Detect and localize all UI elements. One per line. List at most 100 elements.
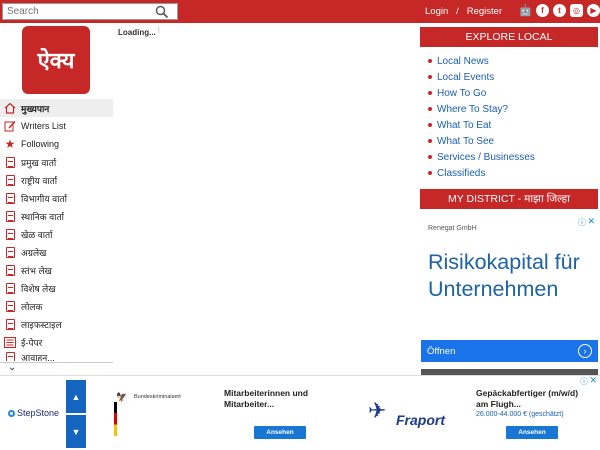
sidebar-item-label: राष्ट्रीय वार्ता — [21, 175, 58, 186]
register-link[interactable]: Register — [467, 6, 502, 17]
document-icon — [4, 300, 16, 312]
edit-icon — [4, 120, 16, 132]
sidebar-item-pramukh-varta[interactable]: प्रमुख वार्ता — [0, 153, 113, 171]
home-icon — [4, 102, 16, 114]
link-classifieds[interactable]: Classifieds — [428, 165, 535, 181]
chevron-right-icon: › — [578, 344, 592, 358]
german-flag-icon — [114, 402, 117, 436]
ad-renegat[interactable]: ⓘ ✕ Renegat GmbH Risikokapital für Unter… — [421, 216, 598, 362]
bka-name: Bundeskriminalamt — [134, 394, 181, 400]
carousel-arrows: ▲ ▼ — [66, 380, 86, 450]
link-where-to-stay[interactable]: Where To Stay? — [428, 101, 535, 117]
explore-local-heading: EXPLORE LOCAL — [420, 27, 598, 47]
arrow-down-button[interactable]: ▼ — [66, 415, 86, 448]
sidebar-item-lifestyle[interactable]: लाइफस्टाइल — [0, 315, 113, 333]
twitter-icon[interactable]: t — [553, 4, 566, 17]
sidebar-item-sthanik-varta[interactable]: स्थानिक वार्ता — [0, 207, 113, 225]
sidebar-item-label: ई-पेपर — [21, 337, 43, 348]
search-input[interactable] — [3, 6, 151, 17]
ad-info-icon[interactable]: ⓘ — [580, 376, 588, 387]
job1-view-button[interactable]: Ansehen — [254, 426, 306, 439]
sidebar-item-agralekh[interactable]: अग्रलेख — [0, 243, 113, 261]
document-icon — [4, 174, 16, 186]
fraport-logo: ✈ Fraport — [368, 398, 448, 432]
sidebar-item-writers-list[interactable]: Writers List — [0, 117, 113, 135]
document-icon — [4, 351, 16, 361]
document-icon — [4, 192, 16, 204]
sidebar-item-epaper[interactable]: ई-पेपर — [0, 333, 113, 351]
job2-salary: 26.000-44.000 € (geschätzt) — [476, 411, 564, 418]
document-icon — [4, 282, 16, 294]
ad-info-icon[interactable]: ⓘ — [578, 217, 586, 228]
eagle-icon: 🦅 — [116, 392, 128, 402]
sidebar-item-label: विभागीय वार्ता — [21, 193, 67, 204]
job2-title[interactable]: Gepäckabfertiger (m/w/d) am Flugh... — [476, 388, 591, 410]
document-icon — [4, 156, 16, 168]
youtube-icon[interactable]: ▶ — [587, 4, 600, 17]
sidebar-item-label: आवाहन... — [21, 353, 55, 361]
sidebar-item-label: अग्रलेख — [21, 247, 47, 258]
ad-close-icon[interactable]: ✕ — [587, 216, 595, 227]
search-box[interactable] — [2, 3, 178, 20]
explore-local-list: Local News Local Events How To Go Where … — [428, 53, 535, 181]
search-icon[interactable] — [155, 5, 169, 19]
collapse-ad-bar[interactable]: ⌄ — [0, 362, 113, 374]
stepstone-logo-text: StepStone — [17, 408, 60, 418]
ad-close-icon[interactable]: ✕ — [589, 375, 597, 386]
android-icon[interactable]: 🤖 — [519, 4, 533, 17]
sidebar-item-label: विशेष लेख — [21, 283, 56, 294]
sidebar-item-label: खेळ वार्ता — [21, 229, 53, 240]
newspaper-icon — [4, 336, 16, 348]
instagram-icon[interactable]: ◎ — [570, 4, 583, 17]
logo-text: ऐक्य — [37, 49, 75, 74]
sidebar-item-aavahan[interactable]: आवाहन... — [0, 351, 113, 361]
sidebar-item-vibhagiya-varta[interactable]: विभागीय वार्ता — [0, 189, 113, 207]
sidebar-item-home[interactable]: मुख्यपान — [0, 99, 113, 117]
stepstone-logo-icon — [8, 409, 15, 417]
sidebar-item-vishesh-lekh[interactable]: विशेष लेख — [0, 279, 113, 297]
loading-spinner-icon: ⁝ — [157, 25, 161, 36]
facebook-icon[interactable]: f — [536, 4, 549, 17]
sidebar-item-label: Writers List — [21, 121, 66, 131]
arrow-up-button[interactable]: ▲ — [66, 380, 86, 413]
link-how-to-go[interactable]: How To Go — [428, 85, 535, 101]
sidebar-item-label: स्थानिक वार्ता — [21, 211, 64, 222]
ad-open-button[interactable]: Öffnen › — [421, 340, 598, 362]
bottom-ad-banner[interactable]: ⓘ ✕ StepStone ▲ ▼ 🦅 Bundeskriminalamt Mi… — [0, 375, 600, 450]
sidebar-item-following[interactable]: ★ Following — [0, 135, 113, 153]
document-icon — [4, 318, 16, 330]
stepstone-logo[interactable]: StepStone — [8, 408, 59, 418]
ad-headline[interactable]: Risikokapital für Unternehmen — [428, 249, 598, 303]
document-icon — [4, 246, 16, 258]
apple-icon[interactable] — [502, 4, 515, 17]
my-district-heading[interactable]: MY DISTRICT - माझा जिल्हा — [420, 189, 598, 209]
plane-icon: ✈ — [368, 398, 387, 423]
loading-text: Loading... — [118, 28, 156, 37]
sidebar-nav: मुख्यपान Writers List ★ Following प्रमुख… — [0, 99, 113, 361]
sidebar-item-khel-varta[interactable]: खेळ वार्ता — [0, 225, 113, 243]
link-local-events[interactable]: Local Events — [428, 69, 535, 85]
document-icon — [4, 264, 16, 276]
login-link[interactable]: Login — [425, 6, 448, 17]
top-bar: Login / Register 🤖 f t ◎ ▶ — [0, 0, 600, 23]
job1-title[interactable]: Mitarbeiterinnen und Mitarbeiter... — [224, 388, 354, 410]
chevron-down-icon[interactable]: ⌄ — [8, 362, 16, 373]
link-what-to-eat[interactable]: What To Eat — [428, 117, 535, 133]
sidebar-item-label: मुख्यपान — [21, 103, 50, 114]
job2-view-button[interactable]: Ansehen — [506, 426, 558, 439]
sidebar-item-label: प्रमुख वार्ता — [21, 157, 57, 168]
ad-open-label: Öffnen — [427, 345, 456, 357]
sidebar-item-rashtriya-varta[interactable]: राष्ट्रीय वार्ता — [0, 171, 113, 189]
link-what-to-see[interactable]: What To See — [428, 133, 535, 149]
sidebar-item-stambh-lekh[interactable]: स्तंभ लेख — [0, 261, 113, 279]
sidebar-item-lolak[interactable]: लोलक — [0, 297, 113, 315]
sidebar-item-label: लोलक — [21, 301, 43, 312]
site-logo[interactable]: ऐक्य — [22, 26, 90, 94]
sidebar-item-label: स्तंभ लेख — [21, 265, 52, 276]
star-icon: ★ — [4, 137, 16, 151]
sidebar-item-label: Following — [21, 139, 60, 149]
link-local-news[interactable]: Local News — [428, 53, 535, 69]
social-icons: 🤖 f t ◎ ▶ — [502, 4, 600, 17]
document-icon — [4, 228, 16, 240]
link-services-businesses[interactable]: Services / Businesses — [428, 149, 535, 165]
